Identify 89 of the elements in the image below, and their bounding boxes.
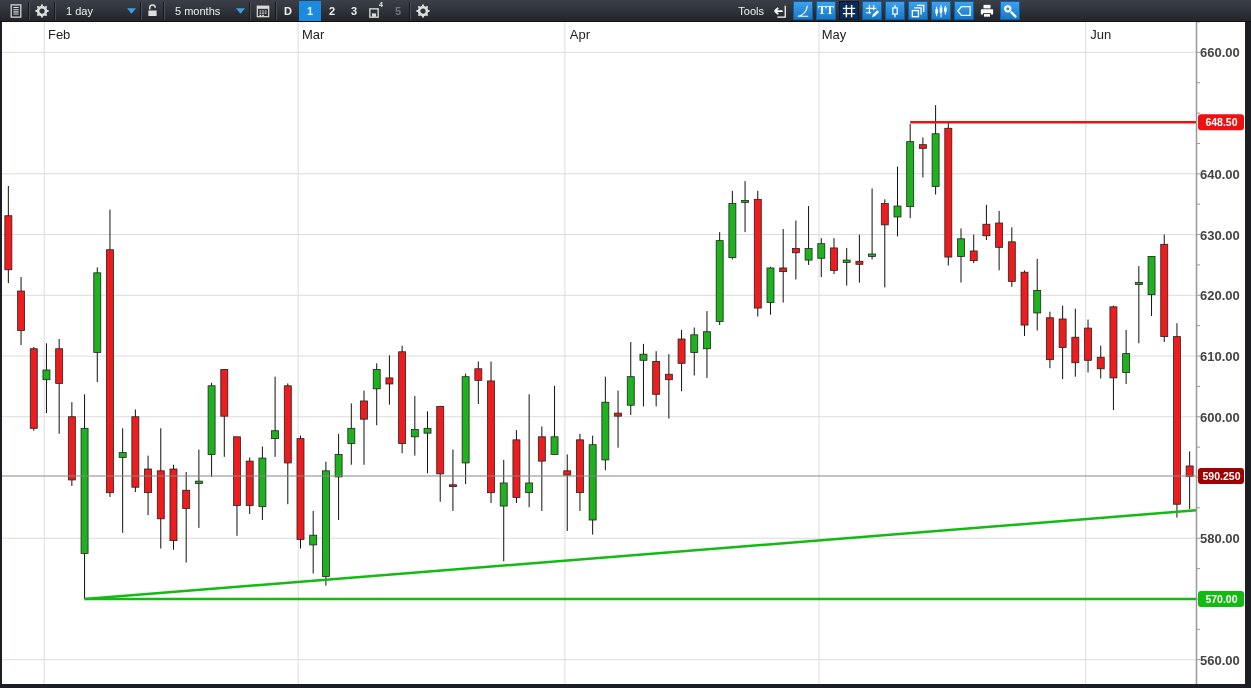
candlestick (1084, 319, 1092, 373)
candlestick (728, 190, 737, 260)
price-tag: 648.50 (1198, 114, 1244, 131)
candlestick (639, 343, 648, 407)
tools-label: Tools (738, 4, 764, 17)
candlestick (1122, 329, 1131, 385)
candlestick (893, 166, 902, 237)
candlestick (817, 237, 826, 278)
y-axis-label: 610.00 (1200, 349, 1240, 365)
candlestick (969, 234, 978, 264)
candlestick (677, 329, 686, 392)
candlestick (652, 350, 661, 407)
x-axis-label: Jun (1090, 27, 1112, 42)
layout-button[interactable]: 3 (343, 0, 365, 21)
x-axis-label: Feb (47, 27, 71, 42)
tool-button[interactable] (931, 1, 951, 20)
tool-button[interactable] (908, 1, 928, 20)
candlestick (614, 390, 622, 449)
trend-line[interactable] (84, 509, 1197, 601)
x-axis-label: Apr (569, 27, 591, 42)
interval-dropdown[interactable]: 1 day (56, 0, 140, 21)
candlestick (690, 327, 699, 376)
ref-line-label: 570.00 (1205, 592, 1238, 605)
candlestick (423, 410, 432, 474)
stacked-windows-icon (911, 3, 925, 18)
tool-button[interactable] (862, 1, 882, 20)
candlestick (1071, 308, 1080, 378)
y-axis-label: 630.00 (1200, 227, 1240, 243)
candlestick (144, 455, 152, 516)
candlestick (703, 310, 711, 379)
candlestick (449, 449, 457, 512)
candlestick (1020, 269, 1029, 337)
y-axis-label: 600.00 (1200, 409, 1240, 425)
ref-line-label: 590.250 (1202, 469, 1241, 482)
curve-icon (796, 3, 810, 18)
printer-icon (980, 3, 994, 18)
layout-button[interactable]: 2 (321, 0, 343, 21)
tag-icon (957, 3, 971, 18)
candlestick (1185, 450, 1194, 510)
y-axis-label: 580.00 (1200, 531, 1240, 547)
tool-button[interactable] (839, 1, 859, 20)
caret-icon (236, 7, 245, 14)
candlestick (919, 136, 927, 178)
y-axis-label: 560.00 (1200, 652, 1240, 668)
candlestick (385, 354, 394, 406)
candlestick (347, 402, 356, 466)
candlestick (982, 204, 991, 241)
candlestick (372, 362, 381, 426)
candlestick (1096, 345, 1105, 379)
x-axis-label: Mar (302, 27, 325, 42)
x-axis-label: May (821, 27, 847, 42)
tool-button[interactable] (954, 1, 974, 20)
y-axis-label: 640.00 (1200, 166, 1240, 182)
candlestick (792, 220, 800, 280)
candlestick (804, 205, 813, 266)
range-dropdown[interactable]: 5 months (165, 0, 249, 21)
candlestick (42, 342, 51, 414)
candlestick (1007, 226, 1016, 288)
candlestick (766, 266, 775, 316)
candlestick (957, 228, 965, 284)
candlestick (309, 510, 318, 574)
horizontal-line[interactable] (910, 120, 1196, 124)
menu-icon[interactable] (9, 3, 23, 18)
horizontal-line[interactable] (2, 475, 1197, 477)
candlestick (995, 210, 1003, 271)
candlestick (474, 361, 483, 405)
tool-button[interactable] (1000, 1, 1020, 20)
candlestick (245, 456, 254, 515)
grid-icon (842, 3, 856, 18)
grid-pencil-icon (865, 3, 879, 18)
candlestick (664, 353, 673, 420)
lock-icon[interactable] (147, 4, 158, 17)
candlestick (17, 276, 25, 346)
candlestick (1046, 311, 1054, 369)
y-axis-label: 660.00 (1200, 45, 1240, 61)
ref-line-label: 648.50 (1205, 116, 1238, 129)
candlestick (830, 237, 838, 275)
candlesticks-icon (934, 3, 948, 18)
layout-button[interactable]: D (277, 0, 299, 21)
candlestick (410, 395, 419, 457)
arrow-left-icon (773, 3, 787, 18)
y-axis-label: 620.00 (1200, 288, 1240, 304)
candlestick (855, 234, 864, 284)
caret-icon (127, 7, 136, 14)
calendar-icon[interactable] (256, 3, 270, 18)
candlestick (550, 385, 559, 455)
candlestick (1147, 255, 1156, 317)
candlestick (741, 180, 749, 233)
candlestick (842, 247, 851, 287)
